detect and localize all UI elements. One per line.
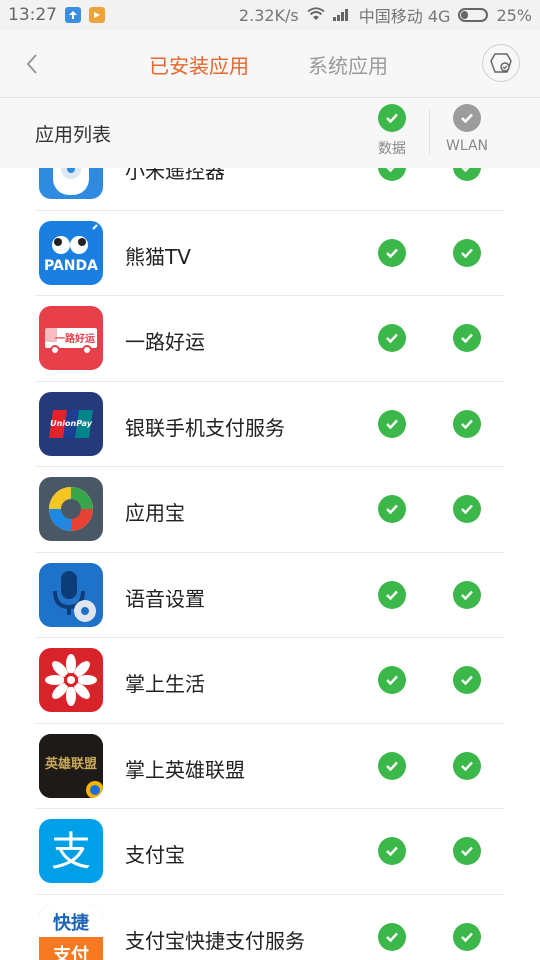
app-row: 小米遥控器 <box>35 168 505 211</box>
tab-installed-apps[interactable]: 已安装应用 <box>149 50 249 79</box>
app-list-content: 小米遥控器 PANDA 熊猫TV 一路好运 一路好运 UnionPay 银联手机… <box>0 168 540 960</box>
truck-icon-text: 一路好运 <box>55 332 95 345</box>
alipay-icon-text: 支 <box>51 829 91 875</box>
app-row: 一路好运 一路好运 <box>35 296 505 382</box>
shield-settings-icon <box>490 53 512 73</box>
app-name: 掌上英雄联盟 <box>125 757 245 782</box>
chevron-left-icon <box>26 54 37 74</box>
carrier: 中国移动 4G <box>358 7 451 26</box>
unionpay-icon: UnionPay <box>39 391 103 456</box>
yingyongbao-icon <box>39 477 103 541</box>
wlan-toggle-check-icon[interactable] <box>453 168 481 181</box>
app-name: 语音设置 <box>125 586 205 611</box>
wlan-toggle-check-icon[interactable] <box>453 324 481 352</box>
wlan-toggle-check-icon[interactable] <box>453 409 481 438</box>
app-list[interactable]: 小米遥控器 PANDA 熊猫TV 一路好运 一路好运 UnionPay 银联手机… <box>0 168 540 960</box>
app-row: PANDA 熊猫TV <box>35 211 505 296</box>
battery-icon <box>458 8 489 22</box>
app-row: UnionPay 银联手机支付服务 <box>35 382 505 467</box>
panda-icon-text: PANDA <box>44 258 98 274</box>
wlan-column-toggle[interactable]: WLAN <box>432 104 502 154</box>
signal-icon <box>332 6 351 25</box>
status-time: 13:27 <box>8 5 57 25</box>
wifi-icon <box>307 6 325 25</box>
lol-icon-text: 英雄联盟 <box>44 756 97 772</box>
lol-icon: 英雄联盟 <box>39 733 103 798</box>
wlan-toggle-check-icon[interactable] <box>453 580 481 609</box>
flower-icon <box>39 648 103 712</box>
app-name: 支付宝 <box>125 843 185 867</box>
tab-system-apps[interactable]: 系统应用 <box>308 50 388 79</box>
app-row: 语音设置 <box>35 553 505 638</box>
wlan-column-label: WLAN <box>445 138 488 154</box>
data-column-label: 数据 <box>378 141 406 157</box>
list-title: 应用列表 <box>35 124 112 146</box>
check-all-wlan-icon <box>453 104 481 132</box>
app-row: 快捷 支付 支付宝快捷支付服务 <box>35 895 505 960</box>
net-speed: 2.32K/s <box>238 5 299 25</box>
app-row: 英雄联盟 掌上英雄联盟 <box>35 724 505 809</box>
app-name: 银联手机支付服务 <box>125 415 285 440</box>
app-name: 支付宝快捷支付服务 <box>125 928 305 953</box>
back-button[interactable] <box>16 48 48 80</box>
quickpay-icon-text-top: 快捷 <box>53 912 90 934</box>
data-toggle-check-icon[interactable] <box>378 751 406 780</box>
mi-remote-icon <box>39 168 103 199</box>
data-toggle-check-icon[interactable] <box>378 837 406 865</box>
wlan-toggle-check-icon[interactable] <box>453 238 481 267</box>
check-all-data-icon <box>378 104 406 132</box>
panda-tv-icon: PANDA <box>39 220 103 285</box>
data-toggle-check-icon[interactable] <box>378 324 406 352</box>
upload-notification-icon <box>65 7 81 23</box>
app-header: 已安装应用 系统应用 <box>0 30 540 98</box>
data-toggle-check-icon[interactable] <box>378 238 406 267</box>
app-row: 掌上生活 <box>35 638 505 724</box>
quickpay-icon-text-bottom: 支付 <box>52 944 89 960</box>
wlan-toggle-check-icon[interactable] <box>453 751 481 780</box>
data-toggle-check-icon[interactable] <box>378 922 406 951</box>
battery-percent: 25% <box>496 5 532 25</box>
app-name: 一路好运 <box>125 330 205 354</box>
network-settings-button[interactable] <box>482 44 520 82</box>
app-notification-icon <box>89 7 105 23</box>
app-name: 应用宝 <box>125 501 185 525</box>
wlan-toggle-check-icon[interactable] <box>453 837 481 865</box>
data-toggle-check-icon[interactable] <box>378 666 406 694</box>
alipay-icon: 支 <box>39 819 103 883</box>
wlan-toggle-check-icon[interactable] <box>453 922 481 951</box>
microphone-gear-icon <box>39 562 103 627</box>
list-header: 应用列表 数据 WLAN <box>0 98 540 168</box>
wlan-toggle-check-icon[interactable] <box>453 495 481 523</box>
app-name: 掌上生活 <box>125 672 205 696</box>
app-row: 应用宝 <box>35 467 505 553</box>
alipay-quickpay-icon: 快捷 支付 <box>39 904 103 960</box>
data-toggle-check-icon[interactable] <box>378 580 406 609</box>
wlan-toggle-check-icon[interactable] <box>453 666 481 694</box>
unionpay-icon-text: UnionPay <box>50 419 93 428</box>
app-name: 熊猫TV <box>125 244 191 269</box>
truck-icon: 一路好运 <box>39 306 103 370</box>
data-toggle-check-icon[interactable] <box>378 409 406 438</box>
status-bar: 13:27 2.32K/s 中国移动 4G 25% <box>0 0 540 30</box>
column-divider <box>429 110 430 154</box>
data-column-toggle[interactable]: 数据 <box>357 104 427 158</box>
app-row: 支 支付宝 <box>35 809 505 895</box>
app-name: 小米遥控器 <box>125 168 225 183</box>
data-toggle-check-icon[interactable] <box>378 495 406 523</box>
data-toggle-check-icon[interactable] <box>378 168 406 181</box>
